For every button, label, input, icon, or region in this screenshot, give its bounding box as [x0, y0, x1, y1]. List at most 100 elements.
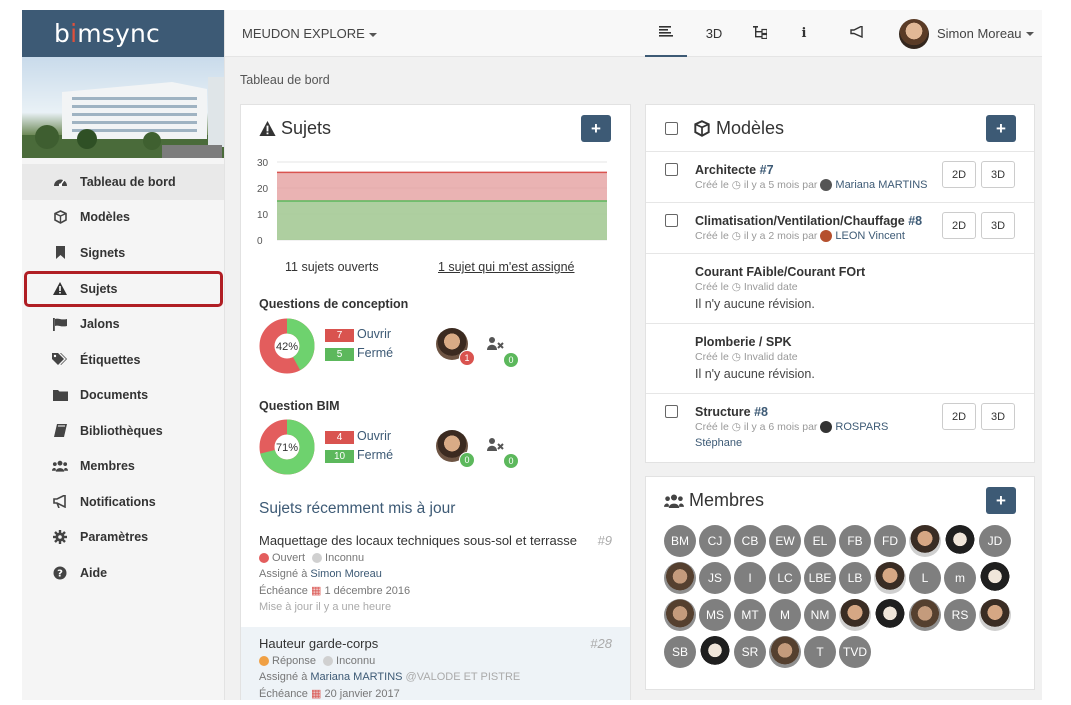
model-name[interactable]: Courant FAible/Courant FOrt — [695, 265, 865, 279]
member-avatar[interactable]: L — [909, 562, 941, 594]
sidebar-item-libraries[interactable]: Bibliothèques — [22, 413, 224, 449]
closed-count-badge[interactable]: 5 — [325, 348, 354, 361]
member-avatar[interactable] — [944, 525, 976, 557]
issue-title[interactable]: Maquettage des locaux techniques sous-so… — [259, 533, 630, 548]
member-avatar[interactable]: JS — [699, 562, 731, 594]
list-item[interactable]: Hauteur garde-corps #28 Réponse Inconnu … — [241, 627, 630, 700]
model-row[interactable]: Plomberie / SPK Créé le ◷ Invalid date I… — [646, 323, 1034, 393]
member-avatar[interactable]: I — [734, 562, 766, 594]
member-avatar[interactable]: FD — [874, 525, 906, 557]
list-item[interactable]: Maquettage des locaux techniques sous-so… — [241, 533, 630, 619]
open-label[interactable]: Ouvrir — [357, 429, 391, 443]
model-row[interactable]: Structure #8 Créé le ◷ il y a 6 mois par… — [646, 393, 1034, 463]
model-name[interactable]: Structure #8 — [695, 405, 768, 419]
add-model-button[interactable]: + — [986, 115, 1016, 142]
view-3d-button[interactable]: 3D — [981, 212, 1015, 239]
model-row[interactable]: Architecte #7 Créé le ◷ il y a 5 mois pa… — [646, 151, 1034, 202]
member-avatar[interactable]: MS — [699, 599, 731, 631]
assignee-link[interactable]: Mariana MARTINS — [310, 671, 402, 683]
member-avatar[interactable] — [664, 562, 696, 594]
sidebar-item-models[interactable]: Modèles — [22, 200, 224, 236]
issue-title[interactable]: Hauteur garde-corps — [259, 636, 630, 651]
view-3d-button[interactable]: 3D — [981, 161, 1015, 188]
add-member-button[interactable]: + — [986, 487, 1016, 514]
assignee-link[interactable]: Simon Moreau — [310, 568, 382, 580]
member-avatar[interactable]: EL — [804, 525, 836, 557]
member-avatar[interactable]: m — [944, 562, 976, 594]
add-issue-button[interactable]: + — [581, 115, 611, 142]
member-avatar[interactable] — [909, 525, 941, 557]
member-avatar[interactable]: EW — [769, 525, 801, 557]
open-issues-link[interactable]: 11 sujets ouverts — [285, 260, 379, 274]
3d-view-button[interactable]: 3D — [695, 10, 733, 57]
sidebar-item-documents[interactable]: Documents — [22, 378, 224, 414]
member-avatar[interactable] — [699, 636, 731, 668]
model-checkbox[interactable] — [665, 163, 678, 176]
view-2d-button[interactable]: 2D — [942, 212, 976, 239]
sidebar-item-bookmarks[interactable]: Signets — [22, 235, 224, 271]
unassigned-icon[interactable] — [487, 337, 505, 353]
unassigned-icon[interactable] — [487, 438, 505, 454]
sidebar-item-dashboard[interactable]: Tableau de bord — [22, 164, 224, 200]
member-avatar[interactable] — [874, 599, 906, 631]
closed-label[interactable]: Fermé — [357, 448, 393, 462]
member-avatar[interactable]: LC — [769, 562, 801, 594]
member-avatar[interactable]: SB — [664, 636, 696, 668]
model-name[interactable]: Climatisation/Ventilation/Chauffage #8 — [695, 214, 922, 228]
member-avatar[interactable]: FB — [839, 525, 871, 557]
view-3d-button[interactable]: 3D — [981, 403, 1015, 430]
open-count-badge[interactable]: 7 — [325, 329, 354, 342]
view-2d-button[interactable]: 2D — [942, 403, 976, 430]
model-author-cont[interactable]: Stéphane — [695, 437, 742, 449]
member-avatar[interactable] — [979, 599, 1011, 631]
member-avatar[interactable] — [664, 599, 696, 631]
closed-count-badge[interactable]: 10 — [325, 450, 354, 463]
member-avatar[interactable] — [839, 599, 871, 631]
model-row[interactable]: Courant FAible/Courant FOrt Créé le ◷ In… — [646, 253, 1034, 323]
list-view-button[interactable] — [645, 10, 687, 57]
member-avatar[interactable] — [979, 562, 1011, 594]
member-avatar[interactable]: BM — [664, 525, 696, 557]
sidebar-item-issues[interactable]: Sujets — [24, 270, 223, 307]
member-avatar[interactable]: LB — [839, 562, 871, 594]
model-row[interactable]: Climatisation/Ventilation/Chauffage #8 C… — [646, 202, 1034, 253]
member-avatar[interactable]: RS — [944, 599, 976, 631]
info-button[interactable]: i — [787, 10, 821, 57]
open-label[interactable]: Ouvrir — [357, 327, 391, 341]
assigned-issues-link[interactable]: 1 sujet qui m'est assigné — [438, 260, 575, 274]
view-2d-button[interactable]: 2D — [942, 161, 976, 188]
sidebar-item-help[interactable]: ? Aide — [22, 555, 224, 591]
model-author[interactable]: LEON Vincent — [835, 230, 905, 242]
member-avatar[interactable]: T — [804, 636, 836, 668]
sidebar-item-notifications[interactable]: Notifications — [22, 484, 224, 520]
tree-view-button[interactable] — [741, 10, 779, 57]
member-avatar[interactable]: NM — [804, 599, 836, 631]
member-avatar[interactable] — [909, 599, 941, 631]
model-author[interactable]: Mariana MARTINS — [835, 179, 927, 191]
announcements-button[interactable] — [840, 10, 874, 57]
select-all-checkbox[interactable] — [665, 122, 678, 135]
member-avatar[interactable]: JD — [979, 525, 1011, 557]
member-avatar[interactable] — [874, 562, 906, 594]
member-avatar[interactable]: SR — [734, 636, 766, 668]
model-checkbox[interactable] — [665, 405, 678, 418]
member-avatar[interactable]: LBE — [804, 562, 836, 594]
member-avatar[interactable]: MT — [734, 599, 766, 631]
model-name[interactable]: Plomberie / SPK — [695, 335, 792, 349]
user-menu[interactable]: Simon Moreau — [899, 10, 1039, 57]
logo-bar[interactable]: bimsync — [22, 10, 224, 57]
sidebar-item-milestones[interactable]: Jalons — [22, 307, 224, 343]
open-count-badge[interactable]: 4 — [325, 431, 354, 444]
model-author[interactable]: ROSPARS — [835, 421, 888, 433]
member-avatar[interactable] — [769, 636, 801, 668]
member-avatar[interactable]: TVD — [839, 636, 871, 668]
project-selector[interactable]: MEUDON EXPLORE — [242, 26, 377, 41]
model-checkbox[interactable] — [665, 214, 678, 227]
member-avatar[interactable]: CB — [734, 525, 766, 557]
closed-label[interactable]: Fermé — [357, 346, 393, 360]
sidebar-item-tags[interactable]: Étiquettes — [22, 342, 224, 378]
model-name[interactable]: Architecte #7 — [695, 163, 774, 177]
sidebar-item-members[interactable]: Membres — [22, 449, 224, 485]
member-avatar[interactable]: M — [769, 599, 801, 631]
member-avatar[interactable]: CJ — [699, 525, 731, 557]
